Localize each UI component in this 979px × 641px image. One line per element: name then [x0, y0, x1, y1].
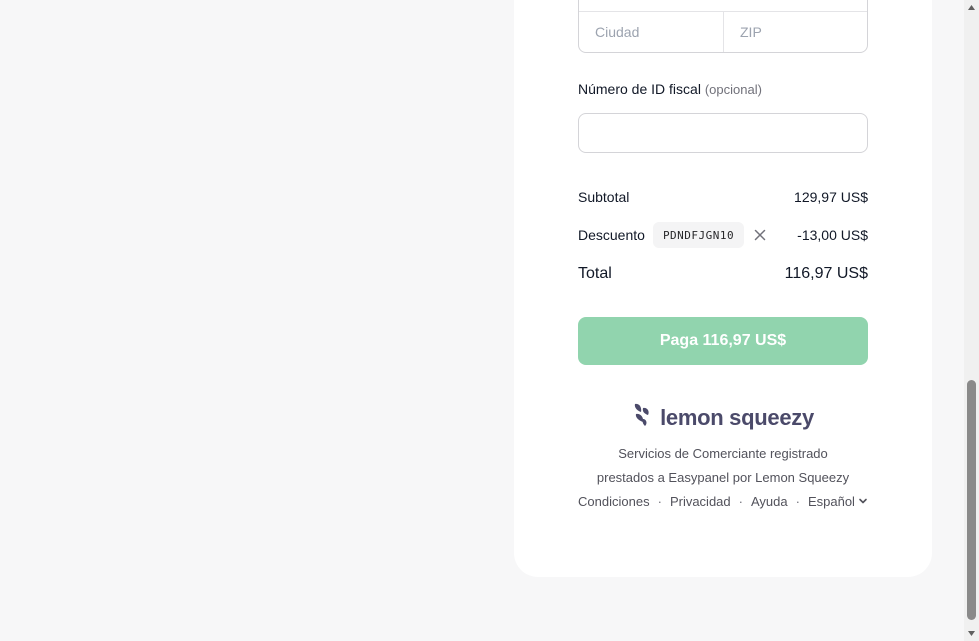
link-separator: ·: [795, 494, 800, 509]
total-row: Total 116,97 US$: [578, 262, 868, 286]
total-label: Total: [578, 265, 612, 282]
language-selector[interactable]: Español: [808, 494, 868, 509]
tax-id-optional-hint: (opcional): [704, 82, 762, 97]
discount-row: Descuento PDNDFJGN10 -13,00 US$: [578, 221, 868, 249]
discount-value: -13,00 US$: [797, 227, 868, 243]
scroll-down-arrow-icon[interactable]: [964, 626, 979, 641]
language-label: Español: [807, 494, 855, 509]
footer-links: Condiciones · Privacidad · Ayuda · Españ…: [514, 494, 932, 509]
zip-input[interactable]: [724, 12, 866, 52]
subtotal-label: Subtotal: [578, 189, 630, 205]
subtotal-row: Subtotal 129,97 US$: [578, 186, 868, 208]
lemon-squeezy-logo-icon: [632, 402, 652, 433]
chevron-down-icon: [855, 494, 868, 509]
discount-code-badge: PDNDFJGN10: [652, 222, 745, 248]
scrollbar-thumb[interactable]: [967, 380, 976, 620]
city-input[interactable]: [579, 12, 723, 52]
pay-button[interactable]: Paga 116,97 US$: [578, 317, 868, 365]
help-link[interactable]: Ayuda: [751, 494, 788, 509]
terms-link[interactable]: Condiciones: [578, 494, 650, 509]
page-scrollbar[interactable]: [964, 0, 979, 641]
discount-label: Descuento: [578, 227, 645, 243]
merchant-notice-line-2: prestados a Easypanel por Lemon Squeezy: [596, 470, 850, 485]
privacy-link[interactable]: Privacidad: [670, 494, 731, 509]
tax-id-label: Número de ID fiscal (opcional): [578, 81, 762, 97]
subtotal-value: 129,97 US$: [794, 189, 868, 205]
address-field-group: [578, 0, 868, 53]
close-icon[interactable]: [752, 227, 768, 243]
link-separator: ·: [738, 494, 743, 509]
discount-left: Descuento PDNDFJGN10: [578, 222, 768, 248]
merchant-notice-line-1: Servicios de Comerciante registrado: [618, 446, 828, 461]
scroll-up-arrow-icon[interactable]: [964, 0, 979, 15]
total-value: 116,97 US$: [784, 265, 868, 282]
tax-id-label-text: Número de ID fiscal: [578, 81, 701, 97]
tax-id-input[interactable]: [578, 113, 868, 153]
brand-logo: lemon squeezy: [514, 402, 932, 433]
brand-name: lemon squeezy: [660, 404, 814, 430]
link-separator: ·: [657, 494, 662, 509]
